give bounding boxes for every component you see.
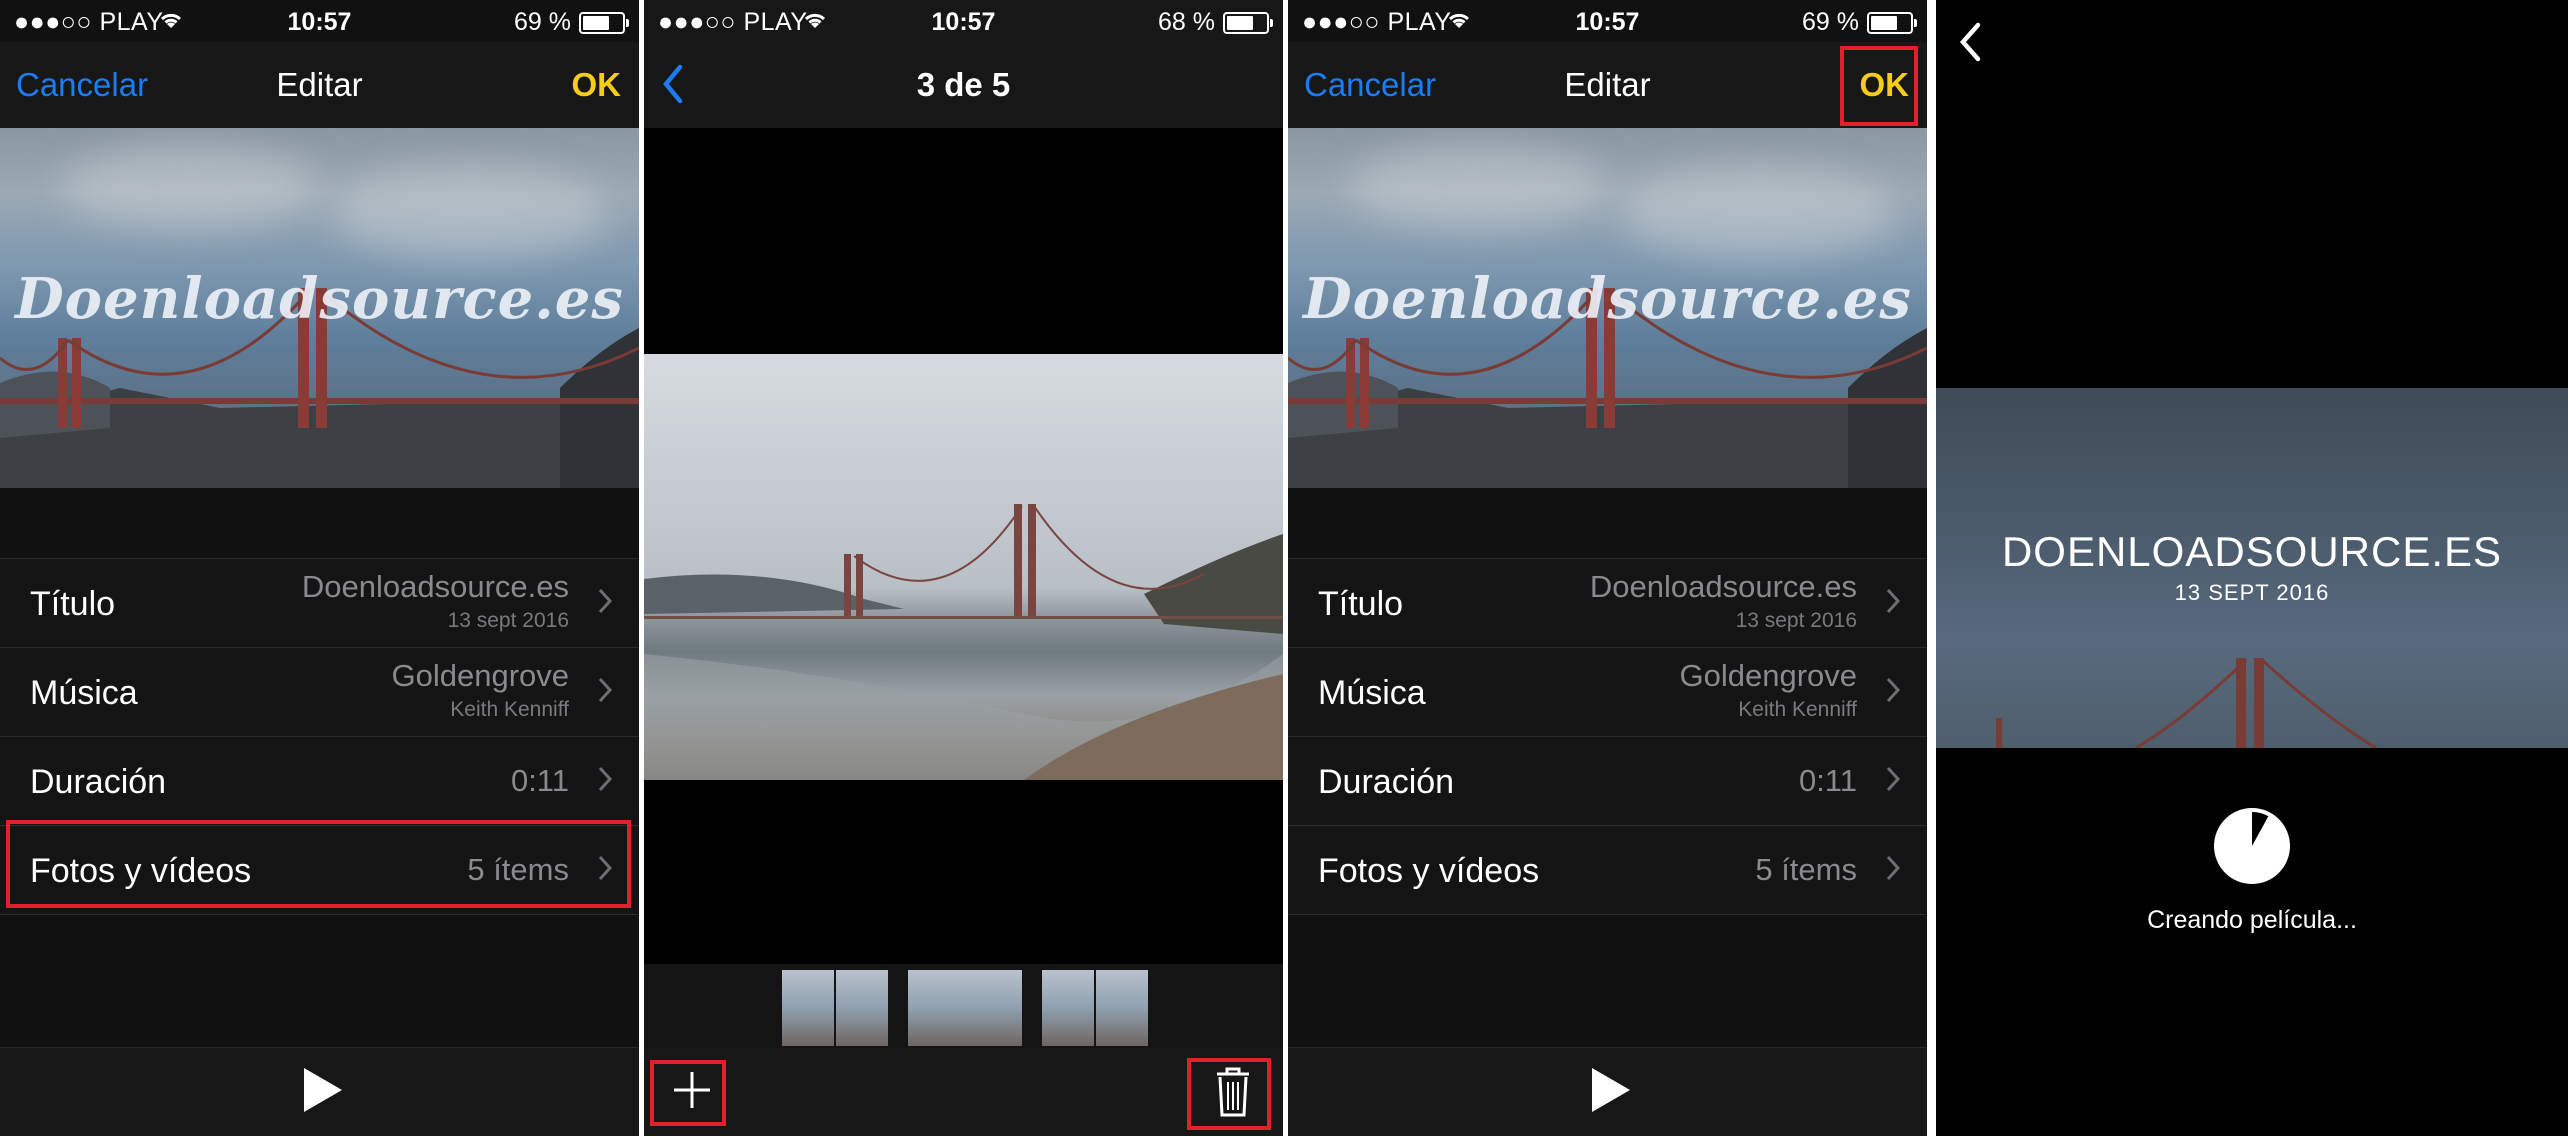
thumbnail[interactable] bbox=[1096, 970, 1148, 1046]
panel-edit-2: ●●●○○ PLAY 10:57 69 % Cancelar Editar OK bbox=[1288, 0, 1927, 1136]
battery-percent: 69 % bbox=[1802, 8, 1859, 36]
thumbnail[interactable] bbox=[782, 970, 834, 1046]
battery-percent: 69 % bbox=[514, 8, 571, 36]
battery-status: 69 % bbox=[1802, 8, 1917, 37]
selected-photo[interactable] bbox=[644, 354, 1283, 780]
play-icon[interactable] bbox=[303, 1068, 342, 1112]
chevron-right-icon bbox=[1886, 766, 1901, 792]
row-value-main: Goldengrove bbox=[1679, 658, 1857, 693]
battery-icon bbox=[1867, 11, 1917, 34]
page-title: Editar bbox=[1564, 66, 1651, 103]
movie-date: 13 SEPT 2016 bbox=[2174, 580, 2330, 605]
row-fotos-videos[interactable]: Fotos y vídeos 5 ítems bbox=[1288, 825, 1927, 915]
row-value-sub: 13 sept 2016 bbox=[1735, 609, 1857, 632]
bridge-beach-photo bbox=[644, 504, 1283, 780]
row-value-main: Doenloadsource.es bbox=[301, 569, 569, 604]
movie-title: DOENLOADSOURCE.ES bbox=[2001, 528, 2503, 575]
row-value-sub: Keith Kenniff bbox=[450, 698, 569, 721]
row-label: Título bbox=[1318, 585, 1404, 623]
row-duracion[interactable]: Duración 0:11 bbox=[1288, 736, 1927, 825]
movie-preview-image[interactable]: Doenloadsource.es bbox=[0, 128, 639, 488]
row-label: Duración bbox=[1318, 763, 1455, 801]
page-title: Editar bbox=[276, 66, 363, 103]
status-bar: ●●●○○ PLAY 10:57 68 % bbox=[644, 0, 1283, 42]
status-bar: ●●●○○ PLAY 10:57 69 % bbox=[0, 0, 639, 42]
thumbnail-strip bbox=[644, 964, 1283, 1048]
row-duracion[interactable]: Duración 0:11 bbox=[0, 736, 639, 825]
thumbnail-selected[interactable] bbox=[908, 970, 1022, 1046]
chevron-right-icon bbox=[1886, 677, 1901, 703]
chevron-right-icon bbox=[598, 766, 613, 792]
row-value-sub: 13 sept 2016 bbox=[447, 609, 569, 632]
panel-edit-1: ●●●○○ PLAY 10:57 69 % Cancelar Editar OK bbox=[0, 0, 639, 1136]
row-label: Duración bbox=[30, 763, 167, 801]
row-value: 0:11 bbox=[510, 763, 569, 798]
bottom-toolbar bbox=[0, 1047, 639, 1136]
highlight-box bbox=[1840, 46, 1918, 126]
nav-bar: Cancelar Editar OK bbox=[1288, 42, 1927, 128]
status-text: Creando película... bbox=[2147, 906, 2357, 934]
back-chevron-icon[interactable] bbox=[1958, 22, 1982, 62]
row-label: Música bbox=[1318, 674, 1426, 712]
row-value-sub: Keith Kenniff bbox=[1738, 698, 1857, 721]
bottom-toolbar bbox=[1288, 1047, 1927, 1136]
nav-bar: 3 de 5 bbox=[644, 42, 1283, 128]
row-value: 0:11 bbox=[1798, 763, 1857, 798]
battery-status: 68 % bbox=[1158, 8, 1273, 37]
panel-creating-movie: DOENLOADSOURCE.ES 13 SEPT 2016 Creando p… bbox=[1936, 0, 2568, 1136]
row-value-main: Doenloadsource.es bbox=[1589, 569, 1857, 604]
row-musica[interactable]: Música Goldengrove Keith Kenniff bbox=[1288, 647, 1927, 736]
nav-bar: Cancelar Editar OK bbox=[0, 42, 639, 128]
row-label: Fotos y vídeos bbox=[1318, 852, 1540, 890]
row-value: Goldengrove Keith Kenniff bbox=[1679, 658, 1857, 722]
battery-percent: 68 % bbox=[1158, 8, 1215, 36]
movie-preview-image[interactable]: Doenloadsource.es bbox=[1288, 128, 1927, 488]
row-value: Doenloadsource.es 13 sept 2016 bbox=[1590, 569, 1857, 633]
watermark-text: Doenloadsource.es bbox=[1303, 266, 1912, 332]
row-label: Título bbox=[30, 585, 116, 623]
battery-status: 69 % bbox=[514, 8, 629, 37]
chevron-right-icon bbox=[1886, 855, 1901, 881]
highlight-box bbox=[1187, 1058, 1271, 1130]
chevron-right-icon bbox=[1886, 588, 1901, 614]
row-titulo[interactable]: Título Doenloadsource.es 13 sept 2016 bbox=[1288, 558, 1927, 647]
thumbnail[interactable] bbox=[1042, 970, 1094, 1046]
row-label: Música bbox=[30, 674, 138, 712]
row-value-main: Goldengrove bbox=[391, 658, 569, 693]
watermark-text: Doenloadsource.es bbox=[15, 266, 624, 332]
highlight-box bbox=[6, 820, 631, 908]
progress-icon bbox=[2214, 808, 2290, 884]
play-icon[interactable] bbox=[1591, 1068, 1630, 1112]
row-value: 5 ítems bbox=[1755, 852, 1857, 887]
battery-fill bbox=[1227, 15, 1253, 30]
battery-icon bbox=[579, 11, 629, 34]
page-title: 3 de 5 bbox=[916, 66, 1011, 103]
chevron-right-icon bbox=[598, 588, 613, 614]
movie-title-card: DOENLOADSOURCE.ES 13 SEPT 2016 bbox=[1936, 388, 2568, 748]
row-value: Goldengrove Keith Kenniff bbox=[391, 658, 569, 722]
row-value: Doenloadsource.es 13 sept 2016 bbox=[302, 569, 569, 633]
battery-icon bbox=[1223, 11, 1273, 34]
chevron-right-icon bbox=[598, 677, 613, 703]
settings-list: Título Doenloadsource.es 13 sept 2016 Mús… bbox=[1288, 558, 1927, 915]
panel-photo-viewer: ●●●○○ PLAY 10:57 68 % 3 de 5 bbox=[644, 0, 1283, 1136]
thumbnail[interactable] bbox=[836, 970, 888, 1046]
row-musica[interactable]: Música Goldengrove Keith Kenniff bbox=[0, 647, 639, 736]
status-bar: ●●●○○ PLAY 10:57 69 % bbox=[1288, 0, 1927, 42]
row-titulo[interactable]: Título Doenloadsource.es 13 sept 2016 bbox=[0, 558, 639, 647]
highlight-box bbox=[650, 1060, 726, 1126]
ok-button[interactable]: OK bbox=[572, 66, 622, 104]
battery-fill bbox=[1871, 15, 1898, 30]
battery-fill bbox=[583, 15, 610, 30]
